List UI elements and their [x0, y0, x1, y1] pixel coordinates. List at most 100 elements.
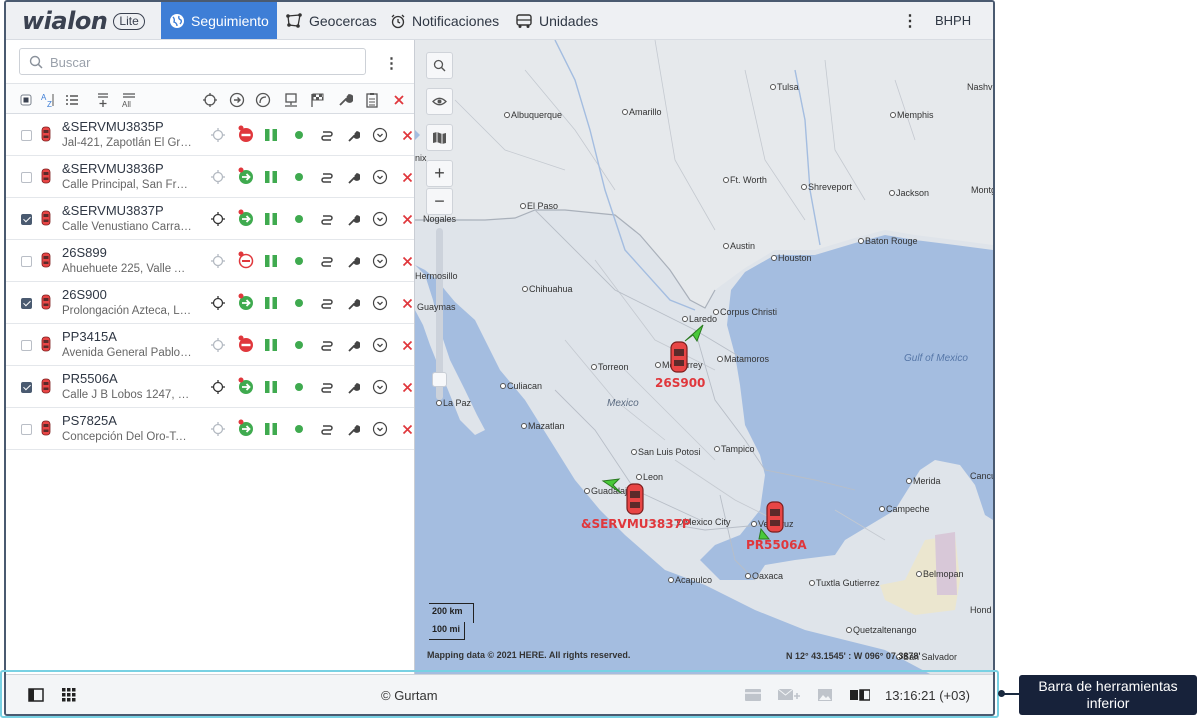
user-name[interactable]: BHPH — [935, 13, 971, 28]
locator-icon[interactable] — [210, 295, 226, 311]
signal-icon[interactable] — [263, 127, 279, 143]
motion-state-icon[interactable] — [238, 419, 254, 437]
motion-state-icon[interactable] — [238, 167, 254, 185]
wrench-icon[interactable] — [345, 169, 361, 185]
map-layers-button[interactable] — [426, 124, 453, 151]
delete-all-icon[interactable] — [391, 92, 407, 108]
motion-state-icon[interactable] — [238, 125, 254, 143]
map-unit-label[interactable]: 26S900 — [655, 376, 705, 390]
report-icon[interactable] — [364, 92, 380, 108]
unit-row[interactable]: PP3415A Avenida General Pablo González — [6, 324, 414, 366]
map-unit-label[interactable]: PR5506A — [746, 538, 807, 552]
map-view[interactable]: + − Tulsa Nashvi Albuquerque Amarillo Memphi… — [415, 40, 993, 674]
signal-icon[interactable] — [263, 211, 279, 227]
delete-unit-icon[interactable] — [399, 337, 415, 353]
wrench-icon[interactable] — [345, 379, 361, 395]
nav-tab-notificaciones[interactable]: Notificaciones — [382, 2, 507, 39]
zoom-in-button[interactable]: + — [426, 160, 453, 187]
unit-name[interactable]: &SERVMU3837P — [62, 203, 164, 218]
motion-state-icon[interactable] — [238, 335, 254, 353]
service-icon[interactable] — [337, 92, 353, 108]
sidebar-kebab-icon[interactable]: ⋮ — [384, 54, 399, 72]
unit-name[interactable]: 26S900 — [62, 287, 107, 302]
map-unit-label[interactable]: &SERVMU3837P — [581, 517, 691, 531]
trip-route-icon[interactable] — [319, 127, 335, 143]
wrench-icon[interactable] — [345, 421, 361, 437]
map-visibility-button[interactable] — [426, 88, 453, 115]
connection-dot-icon[interactable] — [291, 379, 307, 395]
signal-icon[interactable] — [263, 421, 279, 437]
unit-row[interactable]: PR5506A Calle J B Lobos 1247, Veracruz — [6, 366, 414, 408]
wrench-icon[interactable] — [345, 295, 361, 311]
motion-state-icon[interactable] — [238, 251, 254, 269]
unit-checkbox[interactable] — [21, 424, 32, 435]
delete-unit-icon[interactable] — [399, 295, 415, 311]
connection-icon[interactable] — [283, 92, 299, 108]
header-kebab-icon[interactable]: ⋮ — [901, 12, 919, 30]
search-box[interactable] — [19, 48, 366, 75]
select-all-checkbox-icon[interactable] — [18, 92, 34, 108]
zoom-out-button[interactable]: − — [426, 188, 453, 215]
unit-menu-icon[interactable] — [372, 295, 388, 311]
unit-menu-icon[interactable] — [372, 169, 388, 185]
delete-unit-icon[interactable] — [399, 421, 415, 437]
locator-icon[interactable] — [210, 169, 226, 185]
delete-unit-icon[interactable] — [399, 169, 415, 185]
motion-state-icon[interactable] — [238, 377, 254, 395]
unit-checkbox[interactable] — [21, 256, 32, 267]
locator-icon[interactable] — [210, 211, 226, 227]
connection-dot-icon[interactable] — [291, 337, 307, 353]
unit-menu-icon[interactable] — [372, 127, 388, 143]
sort-az-icon[interactable]: AZ — [40, 92, 56, 108]
car-marker-icon[interactable] — [669, 340, 689, 374]
unit-checkbox[interactable] — [21, 214, 32, 225]
connection-dot-icon[interactable] — [291, 253, 307, 269]
unit-row[interactable]: &SERVMU3837P Calle Venustiano Carranza — [6, 198, 414, 240]
unit-row[interactable]: &SERVMU3836P Calle Principal, San Francis… — [6, 156, 414, 198]
trip-route-icon[interactable] — [319, 379, 335, 395]
signal-icon[interactable] — [263, 253, 279, 269]
wrench-icon[interactable] — [345, 127, 361, 143]
connection-dot-icon[interactable] — [291, 169, 307, 185]
trip-route-icon[interactable] — [319, 253, 335, 269]
wialon-logo[interactable]: wialon Lite — [22, 7, 145, 35]
delete-unit-icon[interactable] — [399, 127, 415, 143]
locator-icon[interactable] — [210, 421, 226, 437]
trip-route-icon[interactable] — [319, 211, 335, 227]
connection-dot-icon[interactable] — [291, 295, 307, 311]
delete-unit-icon[interactable] — [399, 253, 415, 269]
command-icon[interactable] — [229, 92, 245, 108]
locator-icon[interactable] — [210, 337, 226, 353]
unit-menu-icon[interactable] — [372, 211, 388, 227]
wrench-icon[interactable] — [345, 211, 361, 227]
locator-icon[interactable] — [210, 379, 226, 395]
unit-checkbox[interactable] — [21, 340, 32, 351]
connection-dot-icon[interactable] — [291, 421, 307, 437]
unit-row[interactable]: PS7825A Concepción Del Oro-Tepetate — [6, 408, 414, 450]
unit-checkbox[interactable] — [21, 382, 32, 393]
motion-state-icon[interactable] — [238, 209, 254, 227]
nav-tab-geocercas[interactable]: Geocercas — [277, 2, 385, 39]
delete-unit-icon[interactable] — [399, 211, 415, 227]
trip-route-icon[interactable] — [319, 337, 335, 353]
unit-menu-icon[interactable] — [372, 421, 388, 437]
motion-state-icon[interactable] — [238, 293, 254, 311]
locator-icon[interactable] — [210, 127, 226, 143]
unit-name[interactable]: &SERVMU3835P — [62, 119, 164, 134]
unit-menu-icon[interactable] — [372, 379, 388, 395]
signal-icon[interactable] — [263, 169, 279, 185]
nav-tab-unidades[interactable]: Unidades — [507, 2, 606, 39]
delete-unit-icon[interactable] — [399, 379, 415, 395]
unit-row[interactable]: 26S899 Ahuehuete 225, Valle Alto — [6, 240, 414, 282]
unit-checkbox[interactable] — [21, 172, 32, 183]
unit-name[interactable]: &SERVMU3836P — [62, 161, 164, 176]
locator-icon[interactable] — [202, 92, 218, 108]
locator-icon[interactable] — [210, 253, 226, 269]
unit-menu-icon[interactable] — [372, 337, 388, 353]
car-marker-icon[interactable] — [765, 500, 785, 534]
search-input[interactable] — [50, 52, 350, 72]
unit-name[interactable]: PS7825A — [62, 413, 117, 428]
add-group-icon[interactable] — [95, 92, 111, 108]
unit-name[interactable]: PR5506A — [62, 371, 118, 386]
unit-checkbox[interactable] — [21, 130, 32, 141]
